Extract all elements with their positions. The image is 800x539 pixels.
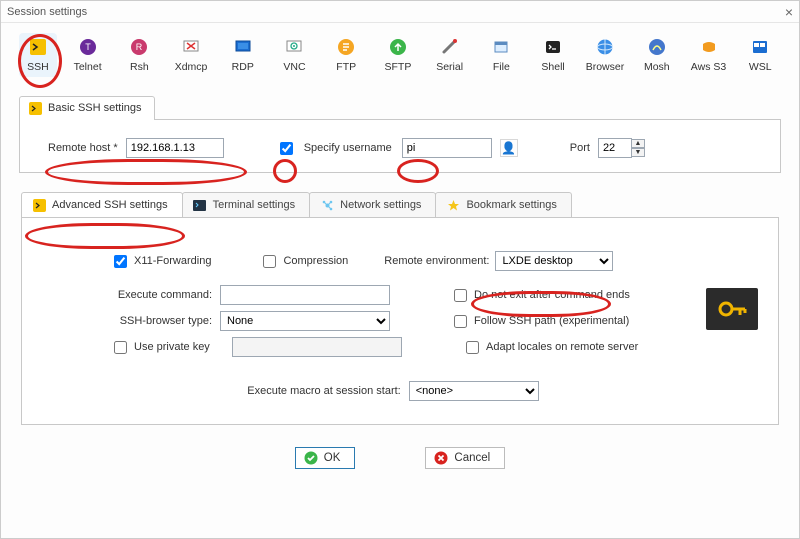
session-type-browser[interactable]: Browser xyxy=(586,37,624,73)
ssh-small-icon xyxy=(32,198,46,212)
cancel-x-icon xyxy=(434,451,448,465)
credentials-key-button[interactable] xyxy=(706,288,758,330)
session-type-wsl[interactable]: WSL xyxy=(741,37,779,73)
private-key-label: Use private key xyxy=(134,341,232,353)
session-type-mosh[interactable]: Mosh xyxy=(638,37,676,73)
session-type-telnet[interactable]: T Telnet xyxy=(69,37,107,73)
aws-s3-icon xyxy=(699,37,719,57)
sftp-icon xyxy=(388,37,408,57)
titlebar: Session settings × xyxy=(1,1,799,23)
execute-command-label: Execute command: xyxy=(92,289,220,301)
port-spinner[interactable]: ▲ ▼ xyxy=(598,138,645,158)
ssh-icon xyxy=(28,37,48,57)
wsl-icon xyxy=(750,37,770,57)
basic-tab-strip: Basic SSH settings xyxy=(19,95,799,119)
macro-select[interactable]: <none> xyxy=(409,381,539,401)
follow-ssh-path-label: Follow SSH path (experimental) xyxy=(474,315,629,327)
remote-host-input[interactable] xyxy=(126,138,224,158)
session-type-rsh[interactable]: R Rsh xyxy=(120,37,158,73)
user-picker-icon[interactable]: 👤 xyxy=(500,139,518,157)
subtab-strip: Advanced SSH settings Terminal settings … xyxy=(21,191,799,217)
adapt-locales-checkbox[interactable] xyxy=(466,341,479,354)
session-type-rdp[interactable]: RDP xyxy=(224,37,262,73)
ftp-icon xyxy=(336,37,356,57)
port-down-icon[interactable]: ▼ xyxy=(631,148,645,157)
telnet-icon: T xyxy=(78,37,98,57)
ssh-browser-select[interactable]: None xyxy=(220,311,390,331)
private-key-input xyxy=(232,337,402,357)
terminal-icon xyxy=(193,198,207,212)
vnc-icon xyxy=(284,37,304,57)
compression-checkbox[interactable] xyxy=(263,255,276,268)
remote-env-select[interactable]: LXDE desktop xyxy=(495,251,613,271)
star-icon xyxy=(446,198,460,212)
session-type-aws-s3[interactable]: Aws S3 xyxy=(690,37,728,73)
port-input[interactable] xyxy=(598,138,632,158)
file-icon xyxy=(491,37,511,57)
session-type-toolbar: SSH T Telnet R Rsh Xdmcp RDP VNC FTP SFT… xyxy=(1,23,799,85)
rdp-icon xyxy=(233,37,253,57)
username-input[interactable] xyxy=(402,138,492,158)
macro-label: Execute macro at session start: xyxy=(247,385,400,397)
browser-icon xyxy=(595,37,615,57)
session-type-shell[interactable]: Shell xyxy=(534,37,572,73)
session-type-label: SSH xyxy=(27,61,49,73)
network-settings-tab[interactable]: Network settings xyxy=(309,192,436,218)
basic-ssh-tab-label: Basic SSH settings xyxy=(48,102,142,114)
key-icon xyxy=(717,297,747,321)
advanced-ssh-panel: X11-Forwarding Compression Remote enviro… xyxy=(21,217,779,425)
cancel-button[interactable]: Cancel xyxy=(425,447,505,469)
session-type-sftp[interactable]: SFTP xyxy=(379,37,417,73)
adapt-locales-label: Adapt locales on remote server xyxy=(486,341,638,353)
x11-forwarding-label: X11-Forwarding xyxy=(134,255,211,267)
basic-ssh-tab[interactable]: Basic SSH settings xyxy=(19,96,155,120)
network-icon xyxy=(320,198,334,212)
session-type-ssh[interactable]: SSH xyxy=(19,33,57,77)
ok-check-icon xyxy=(304,451,318,465)
close-icon[interactable]: × xyxy=(785,4,793,20)
svg-text:R: R xyxy=(136,42,143,52)
compression-label: Compression xyxy=(283,255,348,267)
session-type-xdmcp[interactable]: Xdmcp xyxy=(172,37,210,73)
serial-icon xyxy=(440,37,460,57)
rsh-icon: R xyxy=(129,37,149,57)
ssh-small-icon xyxy=(28,101,42,115)
svg-text:T: T xyxy=(85,42,91,52)
mosh-icon xyxy=(647,37,667,57)
specify-username-checkbox[interactable] xyxy=(280,142,293,155)
session-type-file[interactable]: File xyxy=(483,37,521,73)
window-title: Session settings xyxy=(7,6,87,18)
specify-username-label: Specify username xyxy=(304,142,392,154)
shell-icon xyxy=(543,37,563,57)
private-key-checkbox[interactable] xyxy=(114,341,127,354)
no-exit-label: Do not exit after command ends xyxy=(474,289,630,301)
ssh-browser-label: SSH-browser type: xyxy=(92,315,220,327)
port-label: Port xyxy=(570,142,590,154)
follow-ssh-path-checkbox[interactable] xyxy=(454,315,467,328)
session-settings-window: Session settings × SSH T Telnet R Rsh Xd… xyxy=(0,0,800,539)
no-exit-checkbox[interactable] xyxy=(454,289,467,302)
ok-button[interactable]: OK xyxy=(295,447,356,469)
session-type-vnc[interactable]: VNC xyxy=(276,37,314,73)
execute-command-input[interactable] xyxy=(220,285,390,305)
x11-forwarding-checkbox[interactable] xyxy=(114,255,127,268)
port-up-icon[interactable]: ▲ xyxy=(631,139,645,148)
dialog-button-row: OK Cancel xyxy=(1,447,799,469)
remote-host-label: Remote host * xyxy=(48,142,118,154)
bookmark-settings-tab[interactable]: Bookmark settings xyxy=(435,192,571,218)
session-type-serial[interactable]: Serial xyxy=(431,37,469,73)
advanced-ssh-tab[interactable]: Advanced SSH settings xyxy=(21,192,183,218)
terminal-settings-tab[interactable]: Terminal settings xyxy=(182,192,311,218)
basic-ssh-panel: Remote host * Specify username 👤 Port ▲ … xyxy=(19,119,781,173)
remote-env-label: Remote environment: xyxy=(384,255,489,267)
xdmcp-icon xyxy=(181,37,201,57)
session-type-ftp[interactable]: FTP xyxy=(327,37,365,73)
